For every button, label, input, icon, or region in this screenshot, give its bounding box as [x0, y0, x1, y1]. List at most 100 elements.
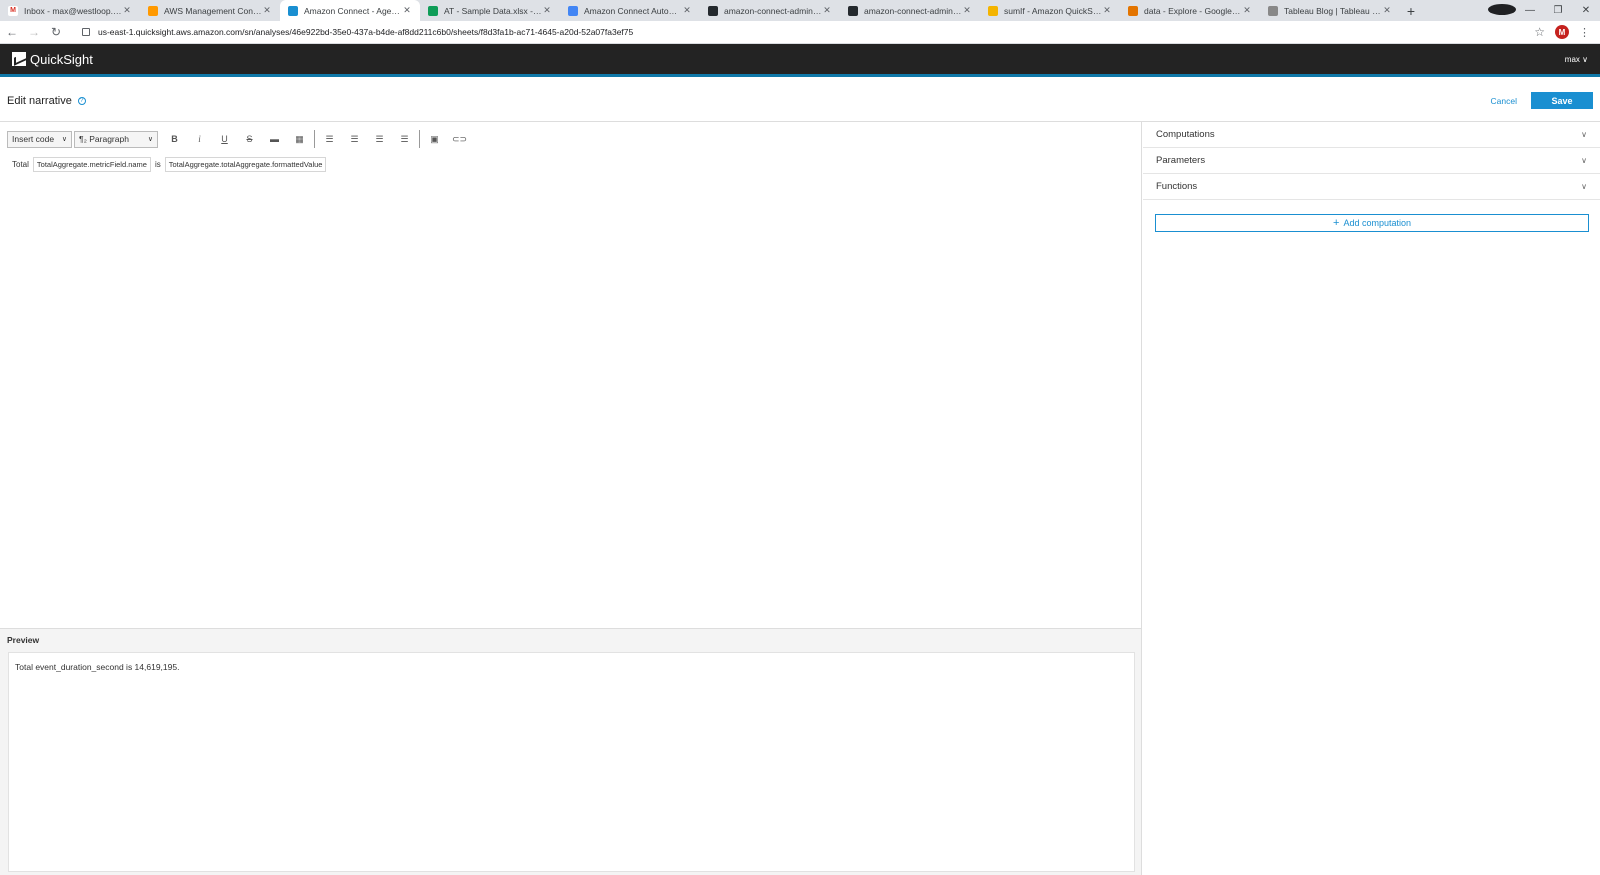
chevron-down-icon: ∨ — [61, 136, 67, 143]
browser-tab[interactable]: amazon-connect-admin-guide✕ — [700, 0, 840, 21]
accordion-parameters[interactable]: Parameters ∨ — [1143, 148, 1600, 174]
app-name: QuickSight — [30, 51, 93, 67]
tableau-icon — [1268, 5, 1278, 16]
browser-menu-icon[interactable]: ⋮ — [1579, 26, 1590, 39]
quicksight-docs-icon — [988, 5, 998, 16]
browser-tab-title: data - Explore - Google Trends — [1144, 5, 1242, 16]
new-tab-button[interactable]: + — [1400, 0, 1422, 21]
chevron-down-icon: ∨ — [1581, 156, 1587, 165]
code-token-metric-name[interactable]: TotalAggregate.metricField.name — [32, 157, 151, 172]
save-button[interactable]: Save — [1531, 92, 1593, 109]
tab-close-icon[interactable]: ✕ — [262, 5, 272, 16]
reload-button[interactable]: ↻ — [46, 25, 66, 39]
github-icon — [848, 5, 858, 16]
insert-link-icon[interactable]: ⊂⊃ — [447, 134, 472, 145]
strikethrough-icon[interactable]: S — [237, 134, 262, 144]
tab-close-icon[interactable]: ✕ — [122, 5, 132, 16]
tab-close-icon[interactable]: ✕ — [542, 5, 552, 16]
toolbar-divider — [419, 130, 420, 148]
browser-tab[interactable]: sumIf - Amazon QuickSight ✕ — [980, 0, 1120, 21]
italic-icon[interactable]: i — [187, 134, 212, 144]
browser-tab[interactable]: M Inbox - max@westloop.io - Wes✕ — [0, 0, 140, 21]
back-button[interactable]: ← — [2, 25, 22, 39]
page-title: Edit narrative ? — [7, 95, 86, 107]
align-right-icon[interactable]: ☰ — [367, 134, 392, 145]
paragraph-label: Paragraph — [89, 134, 129, 144]
browser-tab-strip: MInbox - max@westloop.io - Wes✕AWS Manag… — [0, 0, 1600, 21]
browser-tab[interactable]: Amazon Connect Automated A✕ — [560, 0, 700, 21]
add-computation-label: Add computation — [1343, 218, 1411, 228]
accordion-label: Functions — [1156, 181, 1198, 192]
gmail-icon: M — [8, 5, 18, 16]
minimize-button[interactable]: — — [1516, 5, 1544, 16]
bookmark-star-icon[interactable]: ☆ — [1534, 25, 1545, 39]
browser-tab-title: Tableau Blog | Tableau Softwar — [1284, 5, 1382, 16]
tab-close-icon[interactable]: ✕ — [962, 5, 972, 16]
accordion-computations[interactable]: Computations ∨ — [1143, 122, 1600, 148]
align-center-icon[interactable]: ☰ — [342, 134, 367, 145]
align-left-icon[interactable]: ☰ — [317, 134, 342, 145]
editor-content[interactable]: Total TotalAggregate.metricField.name is… — [12, 157, 327, 172]
accordion-label: Parameters — [1156, 155, 1206, 166]
preview-title: Preview — [7, 635, 40, 645]
browser-tab[interactable]: Tableau Blog | Tableau Softwar✕ — [1260, 0, 1400, 21]
tab-close-icon[interactable]: ✕ — [402, 5, 412, 16]
tab-close-icon[interactable]: ✕ — [1242, 5, 1252, 16]
right-panel: Computations ∨ Parameters ∨ Functions ∨ … — [1143, 122, 1600, 875]
bold-icon[interactable]: B — [162, 134, 187, 144]
quicksight-logo[interactable]: QuickSight — [12, 52, 93, 67]
tab-close-icon[interactable]: ✕ — [822, 5, 832, 16]
browser-tab[interactable]: AT - Sample Data.xlsx - Google✕ — [420, 0, 560, 21]
browser-tab-title: amazon-connect-admin-guide — [864, 5, 962, 16]
accordion-label: Computations — [1156, 129, 1215, 140]
paragraph-style-dropdown[interactable]: ¶₂ Paragraph ∨ — [74, 130, 158, 148]
close-window-button[interactable]: ✕ — [1572, 5, 1600, 16]
font-color-icon[interactable]: ▬ — [262, 134, 287, 144]
browser-tab-title: sumIf - Amazon QuickSight — [1004, 5, 1102, 16]
chevron-down-icon: ∨ — [147, 136, 153, 143]
cancel-button[interactable]: Cancel — [1491, 96, 1517, 106]
page-title-text: Edit narrative — [7, 94, 72, 107]
preview-text: Total event_duration_second is 14,619,19… — [15, 662, 180, 672]
underline-icon[interactable]: U — [212, 134, 237, 144]
preview-panel: Preview Total event_duration_second is 1… — [0, 629, 1142, 875]
restore-button[interactable]: ❐ — [1544, 5, 1572, 16]
url-field[interactable]: us-east-1.quicksight.aws.amazon.com/sn/a… — [74, 23, 1526, 41]
insert-code-label: Insert code — [12, 134, 55, 144]
quicksight-logo-icon — [12, 52, 26, 66]
browser-tab[interactable]: amazon-connect-admin-guide✕ — [840, 0, 980, 21]
tab-close-icon[interactable]: ✕ — [682, 5, 692, 16]
paragraph-label-group: ¶₂ Paragraph — [79, 134, 129, 144]
insert-image-icon[interactable]: ▣ — [422, 134, 447, 145]
sheets-icon — [428, 5, 438, 16]
code-token-formatted-value[interactable]: TotalAggregate.totalAggregate.formattedV… — [164, 157, 327, 172]
insert-code-dropdown[interactable]: Insert code ∨ — [7, 130, 72, 148]
chevron-down-icon: ∨ — [1581, 130, 1587, 139]
align-justify-icon[interactable]: ☰ — [392, 134, 417, 145]
forward-button[interactable]: → — [24, 25, 44, 39]
browser-tab[interactable]: Amazon Connect - Agent Anal✕ — [280, 0, 420, 21]
github-icon — [708, 5, 718, 16]
browser-tab[interactable]: AWS Management Console ✕ — [140, 0, 280, 21]
accordion-functions[interactable]: Functions ∨ — [1143, 174, 1600, 200]
browser-tab-title: Inbox - max@westloop.io - Wes — [24, 5, 122, 16]
editor-text-total: Total — [12, 160, 29, 169]
aws-icon — [148, 5, 158, 16]
chevron-down-icon: ∨ — [1582, 54, 1588, 64]
app-header: QuickSight max ∨ — [0, 44, 1600, 77]
browser-tab[interactable]: data - Explore - Google Trends✕ — [1120, 0, 1260, 21]
trends-icon — [1128, 5, 1138, 16]
tab-close-icon[interactable]: ✕ — [1382, 5, 1392, 16]
highlight-icon[interactable]: ▦ — [287, 134, 312, 145]
user-name: max — [1564, 54, 1580, 64]
user-menu[interactable]: max ∨ — [1565, 55, 1588, 64]
add-computation-button[interactable]: + Add computation — [1155, 214, 1589, 232]
docs-icon — [568, 5, 578, 16]
browser-tab-title: amazon-connect-admin-guide — [724, 5, 822, 16]
help-icon[interactable]: ? — [77, 96, 86, 105]
profile-avatar[interactable]: M — [1555, 25, 1569, 39]
paragraph-icon: ¶₂ — [79, 134, 87, 144]
tab-close-icon[interactable]: ✕ — [1102, 5, 1112, 16]
browser-profile-icon[interactable] — [1488, 3, 1516, 18]
browser-tab-title: Amazon Connect Automated A — [584, 5, 682, 16]
